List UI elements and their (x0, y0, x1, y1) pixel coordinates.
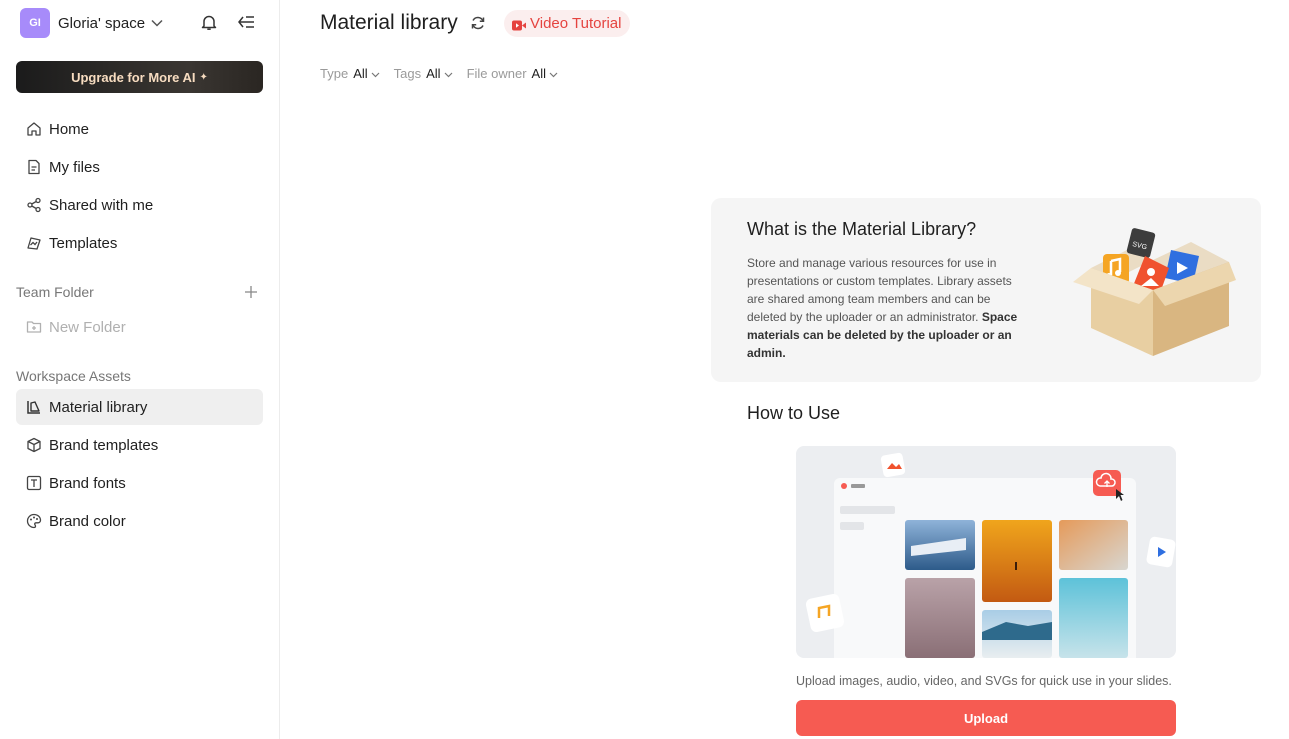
filter-tags-label: Tags (393, 66, 422, 81)
file-icon (26, 159, 42, 175)
collapse-sidebar-icon[interactable] (236, 12, 256, 32)
sidebar: GI Gloria' space Upgrade for More AI ✦ H… (0, 0, 280, 739)
nav-brand-templates-label: Brand templates (49, 436, 159, 454)
info-body: Store and manage various resources for u… (747, 256, 1012, 324)
nav-shared-label: Shared with me (49, 196, 154, 214)
app-root: GI Gloria' space Upgrade for More AI ✦ H… (0, 0, 1289, 739)
video-tutorial-button[interactable]: Video Tutorial (504, 10, 631, 37)
upgrade-label: Upgrade for More AI (71, 69, 196, 85)
info-text: Store and manage various resources for u… (747, 254, 1022, 362)
filter-owner-label: File owner (466, 66, 527, 81)
nav-brand-templates[interactable]: Brand templates (16, 427, 263, 463)
nav-material-library[interactable]: Material library (16, 389, 263, 425)
refresh-icon[interactable] (470, 15, 486, 31)
nav-brand-color[interactable]: Brand color (16, 503, 263, 539)
how-to-use-title: How to Use (747, 403, 841, 423)
upload-button[interactable]: Upload (796, 700, 1176, 736)
sparkle-icon: ✦ (199, 71, 208, 83)
library-icon (26, 399, 42, 415)
filter-tags-value: All (426, 66, 441, 81)
nav-brand-color-label: Brand color (49, 512, 126, 530)
material-library-info-card: What is the Material Library? Store and … (711, 198, 1261, 382)
bell-icon[interactable] (199, 12, 219, 32)
nav-material-library-label: Material library (49, 398, 148, 416)
filter-file-owner[interactable]: File owner All (467, 66, 558, 81)
share-icon (26, 197, 42, 213)
chevron-down-icon (151, 19, 163, 27)
nav-home-label: Home (49, 120, 90, 138)
workspace-name: Gloria' space (58, 14, 146, 32)
nav-home[interactable]: Home (16, 111, 263, 147)
filter-type[interactable]: Type All (320, 66, 380, 81)
filter-tags[interactable]: Tags All (394, 66, 453, 81)
page-title: Material library (320, 11, 458, 34)
nav-brand-fonts-label: Brand fonts (49, 474, 126, 492)
how-to-use-illustration (796, 446, 1176, 658)
nav-my-files[interactable]: My files (16, 149, 263, 185)
home-icon (26, 121, 42, 137)
chevron-down-icon (371, 66, 380, 81)
workspace-assets-title: Workspace Assets (16, 368, 131, 384)
nav-shared-with-me[interactable]: Shared with me (16, 187, 263, 223)
nav-templates-label: Templates (49, 234, 118, 252)
filter-bar: Type All Tags All File owner All (320, 66, 572, 81)
filter-type-label: Type (320, 66, 349, 81)
add-folder-icon[interactable] (243, 284, 259, 300)
chevron-down-icon (549, 66, 558, 81)
upgrade-button[interactable]: Upgrade for More AI ✦ (16, 61, 263, 93)
filter-type-value: All (353, 66, 368, 81)
video-tutorial-label: Video Tutorial (530, 15, 622, 32)
avatar: GI (20, 8, 50, 38)
font-icon (26, 475, 42, 491)
upload-note: Upload images, audio, video, and SVGs fo… (796, 674, 1172, 688)
filter-owner-value: All (531, 66, 546, 81)
chevron-down-icon (444, 66, 453, 81)
nav-templates[interactable]: Templates (16, 225, 263, 261)
info-title: What is the Material Library? (747, 219, 977, 239)
team-folder-title: Team Folder (16, 284, 94, 300)
cube-icon (26, 437, 42, 453)
workspace-switcher[interactable]: GI Gloria' space (20, 8, 163, 38)
video-icon (512, 18, 526, 31)
nav-my-files-label: My files (49, 158, 100, 176)
palette-icon (26, 513, 42, 529)
nav-brand-fonts[interactable]: Brand fonts (16, 465, 263, 501)
new-folder-label: New Folder (49, 318, 126, 336)
template-icon (26, 235, 42, 251)
new-folder-button[interactable]: New Folder (16, 309, 263, 345)
open-box-illustration: SVG (1073, 228, 1236, 356)
folder-plus-icon (26, 319, 42, 335)
